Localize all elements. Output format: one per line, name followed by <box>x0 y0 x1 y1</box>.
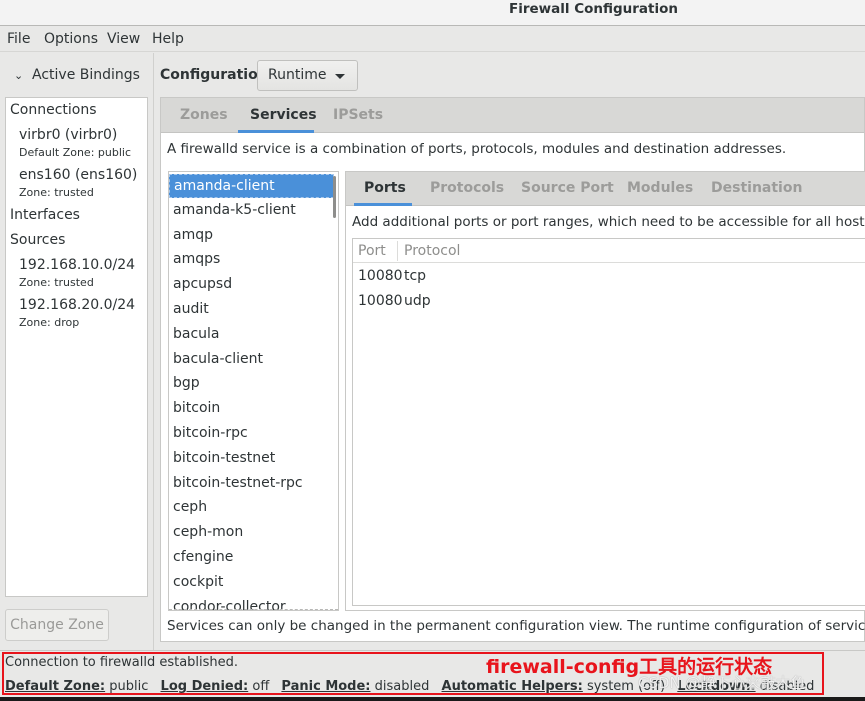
menu-bar: File Options View Help <box>0 26 865 52</box>
services-description: A firewalld service is a combination of … <box>167 141 787 157</box>
port-value: 10080 <box>358 293 403 309</box>
ports-row[interactable]: 10080 tcp <box>353 265 865 289</box>
service-detail-panel: Ports Protocols Source Port Modules Dest… <box>345 171 865 611</box>
active-tab-indicator <box>238 130 314 133</box>
subtab-protocols[interactable]: Protocols <box>430 180 504 196</box>
service-item[interactable]: ceph <box>169 496 334 520</box>
menu-options[interactable]: Options <box>44 31 98 47</box>
subtab-ports[interactable]: Ports <box>364 180 406 196</box>
active-bindings-label: Active Bindings <box>32 67 140 83</box>
connection-ens160-zone: Zone: trusted <box>19 186 94 199</box>
dropdown-arrow-icon <box>335 74 345 79</box>
change-zone-button[interactable]: Change Zone <box>5 609 109 641</box>
list-focus-border <box>169 609 338 610</box>
configuration-value: Runtime <box>268 67 327 83</box>
service-item[interactable]: ceph-mon <box>169 521 334 545</box>
active-subtab-indicator <box>354 203 412 206</box>
connection-virbr0-zone: Default Zone: public <box>19 146 131 159</box>
service-item[interactable]: apcupsd <box>169 273 334 297</box>
service-item[interactable]: amqps <box>169 248 334 272</box>
chevron-down-icon: ⌄ <box>14 69 24 82</box>
service-item[interactable]: bacula <box>169 323 334 347</box>
service-item[interactable]: cockpit <box>169 571 334 595</box>
subtab-destination[interactable]: Destination <box>711 180 802 196</box>
watermark: CSDN @静下心来敲木鱼 <box>638 674 806 692</box>
window-title: Firewall Configuration <box>509 1 679 17</box>
source-192-168-10-0[interactable]: 192.168.10.0/24 <box>19 257 135 273</box>
interfaces-heading[interactable]: Interfaces <box>10 207 80 223</box>
column-protocol[interactable]: Protocol <box>404 243 460 259</box>
tab-ipsets[interactable]: IPSets <box>333 107 383 123</box>
sources-heading[interactable]: Sources <box>10 232 65 248</box>
service-item[interactable]: bitcoin-testnet <box>169 447 334 471</box>
service-item[interactable]: bacula-client <box>169 348 334 372</box>
services-scrollbar[interactable] <box>333 176 336 218</box>
configuration-dropdown[interactable]: Runtime <box>257 60 358 91</box>
service-subtabs: Ports Protocols Source Port Modules Dest… <box>346 172 865 206</box>
tab-services[interactable]: Services <box>250 107 317 123</box>
column-separator <box>397 241 398 261</box>
service-item[interactable]: bitcoin-rpc <box>169 422 334 446</box>
source-192-168-20-0-zone: Zone: drop <box>19 316 80 329</box>
source-192-168-20-0[interactable]: 192.168.20.0/24 <box>19 297 135 313</box>
service-item[interactable]: bgp <box>169 372 334 396</box>
menu-view[interactable]: View <box>107 31 140 47</box>
main-panel: Zones Services IPSets A firewalld servic… <box>160 97 865 642</box>
protocol-value: tcp <box>404 268 427 284</box>
protocol-value: udp <box>404 293 431 309</box>
bindings-tree: Connections virbr0 (virbr0) Default Zone… <box>5 97 148 597</box>
service-item[interactable]: bitcoin <box>169 397 334 421</box>
ports-table-header: Port Protocol <box>353 239 865 263</box>
active-bindings-toggle[interactable]: ⌄ Active Bindings <box>14 67 140 83</box>
service-item[interactable]: amanda-k5-client <box>169 199 334 223</box>
subtab-source-port[interactable]: Source Port <box>521 180 614 196</box>
services-list[interactable]: amanda-client amanda-k5-client amqp amqps ap… <box>168 171 339 611</box>
service-item[interactable]: amqp <box>169 224 334 248</box>
service-item[interactable]: cfengine <box>169 546 334 570</box>
ports-description: Add additional ports or port ranges, whi… <box>352 214 865 230</box>
active-bindings-panel: ⌄ Active Bindings Connections virbr0 (vir… <box>0 53 154 650</box>
ports-table[interactable]: Port Protocol 10080 tcp 10080 udp <box>352 238 865 606</box>
service-item[interactable]: audit <box>169 298 334 322</box>
services-footnote: Services can only be changed in the perm… <box>167 618 865 634</box>
menu-help[interactable]: Help <box>152 31 184 47</box>
ports-row[interactable]: 10080 udp <box>353 290 865 314</box>
connection-ens160[interactable]: ens160 (ens160) <box>19 167 137 183</box>
service-item[interactable]: amanda-client <box>169 174 334 198</box>
title-bar: Firewall Configuration <box>0 0 865 26</box>
connections-heading[interactable]: Connections <box>10 102 97 118</box>
window-bottom-edge <box>0 697 865 701</box>
menu-file[interactable]: File <box>7 31 30 47</box>
subtab-modules[interactable]: Modules <box>627 180 693 196</box>
main-tabs: Zones Services IPSets <box>161 98 864 133</box>
port-value: 10080 <box>358 268 403 284</box>
tab-zones[interactable]: Zones <box>180 107 228 123</box>
source-192-168-10-0-zone: Zone: trusted <box>19 276 94 289</box>
service-item[interactable]: bitcoin-testnet-rpc <box>169 472 334 496</box>
column-port[interactable]: Port <box>358 243 386 259</box>
connection-virbr0[interactable]: virbr0 (virbr0) <box>19 127 117 143</box>
